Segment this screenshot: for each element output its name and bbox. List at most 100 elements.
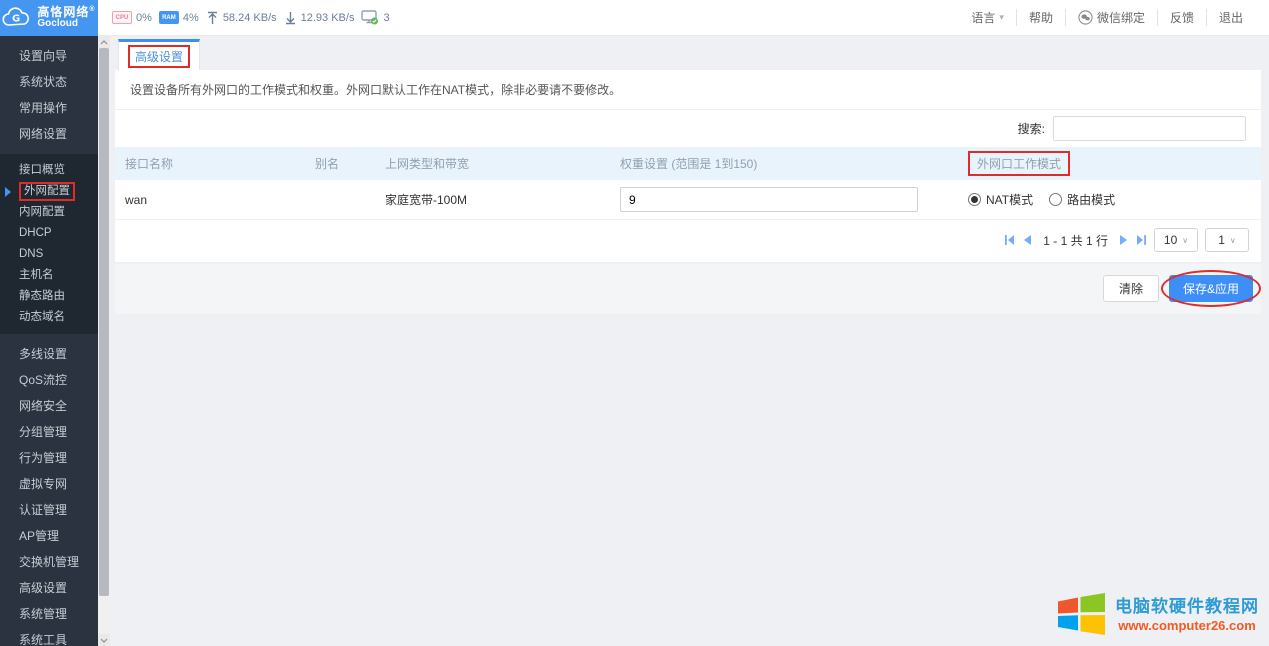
cell-alias bbox=[305, 193, 375, 207]
sidebar-top-group: 设置向导 系统状态 常用操作 网络设置 bbox=[0, 36, 98, 154]
sidebar-item-lan-config[interactable]: 内网配置 bbox=[0, 202, 98, 223]
last-page-icon[interactable] bbox=[1136, 234, 1147, 246]
sidebar-item-system-status[interactable]: 系统状态 bbox=[0, 69, 98, 95]
weight-input[interactable] bbox=[620, 187, 918, 212]
sidebar-item-ap-mgmt[interactable]: AP管理 bbox=[0, 523, 98, 549]
next-page-icon[interactable] bbox=[1119, 234, 1129, 246]
download-value: 12.93 KB/s bbox=[301, 12, 355, 24]
sidebar-item-dns[interactable]: DNS bbox=[0, 244, 98, 265]
pagination-row: 1 - 1 共 1 行 10 ∨ 1 ∨ bbox=[115, 220, 1261, 262]
radio-route-label: 路由模式 bbox=[1067, 191, 1115, 208]
help-link[interactable]: 帮助 bbox=[1016, 9, 1065, 26]
sidebar-item-wan-config[interactable]: 外网配置 bbox=[0, 181, 98, 202]
save-apply-button[interactable]: 保存&应用 bbox=[1169, 275, 1253, 302]
first-page-icon[interactable] bbox=[1004, 234, 1015, 246]
sidebar-item-system-tools[interactable]: 系统工具 bbox=[0, 627, 98, 646]
sidebar-item-vpn[interactable]: 虚拟专网 bbox=[0, 471, 98, 497]
sidebar-item-setup-wizard[interactable]: 设置向导 bbox=[0, 43, 98, 69]
col-header-wan-mode: 外网口工作模式 bbox=[958, 147, 1261, 180]
sidebar-item-hostname[interactable]: 主机名 bbox=[0, 265, 98, 286]
cpu-icon: CPU bbox=[112, 11, 132, 24]
radio-unselected-icon[interactable] bbox=[1049, 193, 1062, 206]
scroll-down-icon[interactable] bbox=[98, 634, 110, 646]
scrollbar-thumb[interactable] bbox=[99, 48, 109, 596]
mode-radio-group: NAT模式 路由模式 bbox=[968, 191, 1251, 208]
prev-page-icon[interactable] bbox=[1022, 234, 1032, 246]
sidebar-item-system-mgmt[interactable]: 系统管理 bbox=[0, 601, 98, 627]
search-input[interactable] bbox=[1053, 116, 1246, 141]
cell-interface-name: wan bbox=[115, 186, 305, 214]
radio-nat-label: NAT模式 bbox=[986, 191, 1033, 208]
annotation-box-tab: 高级设置 bbox=[128, 45, 190, 68]
annotation-box-wan-mode: 外网口工作模式 bbox=[968, 151, 1070, 176]
logo-subtitle: Gocloud bbox=[37, 19, 95, 30]
language-label: 语言 bbox=[971, 9, 995, 26]
feedback-link[interactable]: 反馈 bbox=[1157, 9, 1206, 26]
pagination-info: 1 - 1 共 1 行 bbox=[1043, 232, 1108, 249]
logo-title: 高恪网络 bbox=[37, 5, 89, 19]
watermark-title: 电脑软硬件教程网 bbox=[1115, 596, 1259, 617]
devices-stat: 3 bbox=[361, 10, 389, 25]
radio-route-mode[interactable]: 路由模式 bbox=[1049, 191, 1115, 208]
search-label: 搜索: bbox=[1018, 120, 1045, 137]
top-header: G 高恪网络® Gocloud CPU 0% RAM 4% 58.24 KB/s… bbox=[0, 0, 1269, 36]
sidebar-item-advanced-settings[interactable]: 高级设置 bbox=[0, 575, 98, 601]
col-header-alias: 别名 bbox=[305, 149, 375, 178]
header-menu: 语言 ▾ 帮助 微信绑定 反馈 退出 bbox=[959, 9, 1269, 26]
ram-icon: RAM bbox=[159, 11, 179, 24]
cell-wan-mode: NAT模式 路由模式 bbox=[958, 184, 1261, 215]
sidebar-item-common-ops[interactable]: 常用操作 bbox=[0, 95, 98, 121]
cpu-value: 0% bbox=[136, 12, 152, 24]
download-arrow-icon bbox=[284, 11, 297, 25]
search-row: 搜索: bbox=[115, 110, 1261, 147]
devices-icon bbox=[361, 10, 379, 25]
gocloud-logo[interactable]: G 高恪网络® Gocloud bbox=[0, 0, 98, 36]
table-header-row: 接口名称 别名 上网类型和带宽 权重设置 (范围是 1到150) 外网口工作模式 bbox=[115, 147, 1261, 180]
cell-type-bandwidth: 家庭宽带-100M bbox=[375, 184, 610, 215]
help-label: 帮助 bbox=[1029, 9, 1053, 26]
upload-value: 58.24 KB/s bbox=[223, 12, 277, 24]
download-stat: 12.93 KB/s bbox=[284, 11, 355, 25]
tab-advanced-settings[interactable]: 高级设置 bbox=[118, 39, 200, 70]
devices-count: 3 bbox=[383, 12, 389, 24]
sidebar-item-qos[interactable]: QoS流控 bbox=[0, 367, 98, 393]
page-size-select[interactable]: 10 ∨ bbox=[1154, 228, 1198, 252]
logo-text: 高恪网络® Gocloud bbox=[37, 6, 95, 29]
sidebar-item-dhcp[interactable]: DHCP bbox=[0, 223, 98, 244]
page-size-value: 10 bbox=[1164, 233, 1177, 247]
upload-stat: 58.24 KB/s bbox=[206, 11, 277, 25]
site-watermark: 电脑软硬件教程网 www.computer26.com bbox=[1055, 592, 1259, 638]
sidebar-item-switch-mgmt[interactable]: 交换机管理 bbox=[0, 549, 98, 575]
sidebar-item-group-mgmt[interactable]: 分组管理 bbox=[0, 419, 98, 445]
active-item-arrow-icon bbox=[5, 187, 11, 197]
cpu-stat: CPU 0% bbox=[112, 11, 152, 24]
scroll-up-icon[interactable] bbox=[98, 36, 110, 48]
language-menu[interactable]: 语言 ▾ bbox=[959, 9, 1016, 26]
sidebar-item-interface-overview[interactable]: 接口概览 bbox=[0, 160, 98, 181]
watermark-text: 电脑软硬件教程网 www.computer26.com bbox=[1115, 596, 1259, 634]
cell-weight bbox=[610, 180, 958, 219]
wechat-bind-label: 微信绑定 bbox=[1097, 9, 1145, 26]
save-button-wrap: 保存&应用 bbox=[1169, 275, 1253, 302]
logout-label: 退出 bbox=[1219, 9, 1243, 26]
radio-selected-icon[interactable] bbox=[968, 193, 981, 206]
sidebar-item-network-settings[interactable]: 网络设置 bbox=[0, 121, 98, 147]
page-number-select[interactable]: 1 ∨ bbox=[1205, 228, 1249, 252]
sidebar-network-submenu: 接口概览 外网配置 内网配置 DHCP DNS 主机名 静态路由 动态域名 bbox=[0, 154, 98, 334]
wechat-bind-link[interactable]: 微信绑定 bbox=[1065, 9, 1157, 26]
sidebar-item-auth-mgmt[interactable]: 认证管理 bbox=[0, 497, 98, 523]
annotation-box-wan-config: 外网配置 bbox=[19, 182, 75, 201]
clear-button[interactable]: 清除 bbox=[1103, 275, 1159, 302]
sidebar-item-network-security[interactable]: 网络安全 bbox=[0, 393, 98, 419]
sidebar-item-static-route[interactable]: 静态路由 bbox=[0, 286, 98, 307]
wechat-icon bbox=[1078, 10, 1093, 25]
chevron-down-icon: ∨ bbox=[1230, 236, 1236, 245]
sidebar-bottom-group: 多线设置 QoS流控 网络安全 分组管理 行为管理 虚拟专网 认证管理 AP管理… bbox=[0, 334, 98, 646]
sidebar-item-multiline[interactable]: 多线设置 bbox=[0, 341, 98, 367]
sidebar-item-ddns[interactable]: 动态域名 bbox=[0, 307, 98, 328]
sidebar-scrollbar[interactable] bbox=[98, 36, 110, 646]
logout-link[interactable]: 退出 bbox=[1206, 9, 1255, 26]
page-number-value: 1 bbox=[1218, 233, 1225, 247]
radio-nat-mode[interactable]: NAT模式 bbox=[968, 191, 1033, 208]
sidebar-item-behavior-mgmt[interactable]: 行为管理 bbox=[0, 445, 98, 471]
